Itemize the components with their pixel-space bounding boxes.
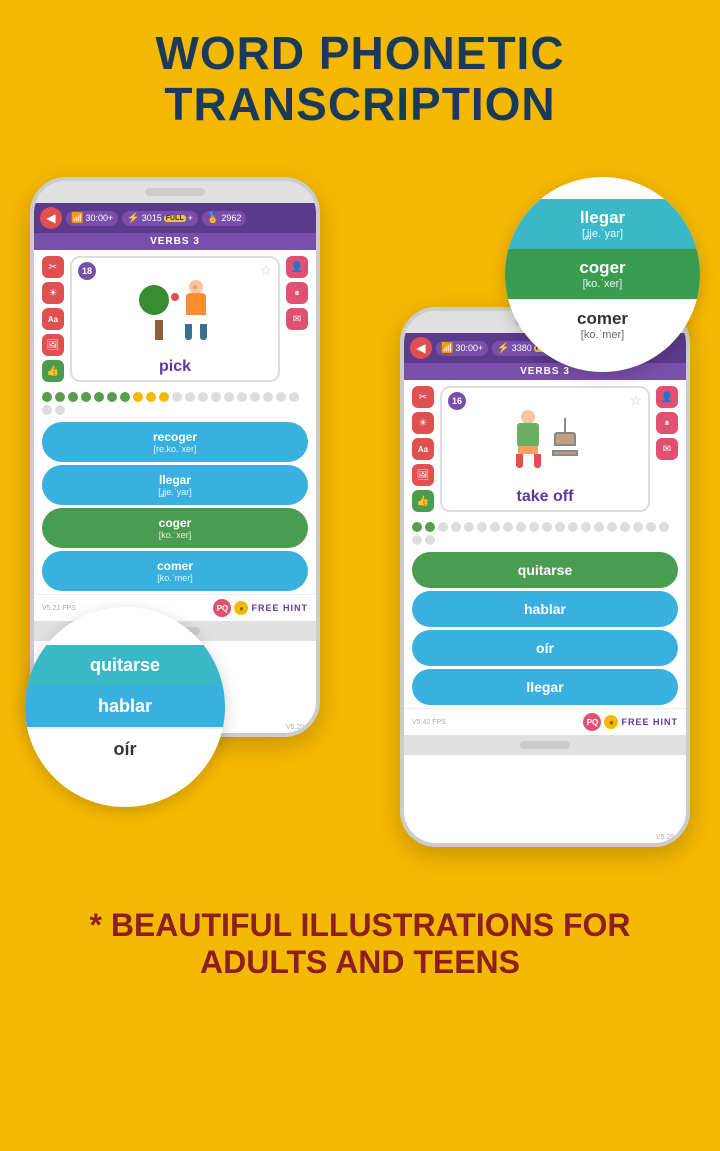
answer-btn-1-left[interactable]: recoger [re.ko.ˈxer] <box>42 422 308 462</box>
app-title-right: VERBS 3 <box>404 363 686 380</box>
answer-btn-3-left[interactable]: coger [ko.ˈxer] <box>42 508 308 548</box>
phone-left-appbar: ◀ 📶 30:00+ ⚡ 3015 FULL + 🏅 2962 <box>34 203 316 233</box>
bubble-right-item-3: comer [ko.ˈmer] <box>505 299 700 350</box>
stat-score-left: ⚡ 3015 FULL + <box>122 211 198 226</box>
answer-btn-4-left[interactable]: comer [ko.ˈmer] <box>42 551 308 591</box>
hint-badge-left: PQ <box>213 599 231 617</box>
bubble-right: llegar [ʝje.ˈyar] coger [ko.ˈxer] comer … <box>505 177 700 372</box>
profile-btn-right[interactable]: 👤 <box>656 386 678 408</box>
answer-btn-2-left[interactable]: llegar [ʝje.ˈyar] <box>42 465 308 505</box>
profile-btn[interactable]: 👤 <box>286 256 308 278</box>
card-area-right: ✂ ☀ Aa 🖼 👍 16 ☆ <box>404 380 686 518</box>
answer-btn-2-right[interactable]: hablar <box>412 591 678 627</box>
thumb-btn-right[interactable]: 👍 <box>412 490 434 512</box>
bubble-left-item-2: hablar <box>25 686 225 727</box>
stat-coins-left: 🏅 2962 <box>202 211 246 226</box>
thumb-btn[interactable]: 👍 <box>42 360 64 382</box>
card-left-buttons: ✂ ☀ Aa 🖼 👍 <box>42 256 64 382</box>
flashcard-left: 18 ☆ <box>70 256 280 382</box>
footer-line1: * BEAUTIFUL ILLUSTRATIONS FOR <box>20 907 700 944</box>
ver-text-left: V5.20.2 <box>286 724 310 731</box>
header-title: WORD PHONETIC TRANSCRIPTION <box>20 28 700 129</box>
stat-time-left: 📶 30:00+ <box>66 211 118 226</box>
pause-btn[interactable]: ⏸ <box>286 282 308 304</box>
footer-line2: ADULTS AND TEENS <box>20 944 700 981</box>
phone-left-notch <box>34 181 316 203</box>
mail-btn-right[interactable]: ✉ <box>656 438 678 460</box>
card-area-left: ✂ ☀ Aa 🖼 👍 18 ☆ <box>34 250 316 388</box>
hint-text-right[interactable]: FREE HINT <box>621 717 678 727</box>
home-btn-right[interactable] <box>520 741 570 749</box>
stat-time-right: 📶 30:00+ <box>436 341 488 356</box>
text-btn-right[interactable]: Aa <box>412 438 434 460</box>
card-illustration-right <box>511 410 580 468</box>
answer-btn-3-right[interactable]: oír <box>412 630 678 666</box>
fps-text-left: V5.21 FPS <box>42 605 76 612</box>
bubble-left: quitarse hablar oír <box>25 607 225 807</box>
answer-btn-4-right[interactable]: llegar <box>412 669 678 705</box>
card-star-left[interactable]: ☆ <box>259 262 272 279</box>
phone-right: ◀ 📶 30:00+ ⚡ 3380 FULL + 🏅 2702 VER <box>400 307 690 847</box>
card-word-left: pick <box>159 358 191 376</box>
back-button-left[interactable]: ◀ <box>40 207 62 229</box>
answer-btn-1-right[interactable]: quitarse <box>412 552 678 588</box>
card-left-buttons-right: ✂ ☀ Aa 🖼 👍 <box>412 386 434 512</box>
fps-text-right: V5.42 FPS <box>412 719 446 726</box>
cut-btn-right[interactable]: ✂ <box>412 386 434 408</box>
phones-container: llegar [ʝje.ˈyar] coger [ko.ˈxer] comer … <box>10 147 710 887</box>
pause-btn-right[interactable]: ⏸ <box>656 412 678 434</box>
hint-coin-left: ● <box>234 601 248 615</box>
image-btn-right[interactable]: 🖼 <box>412 464 434 486</box>
card-word-right: take off <box>517 488 574 506</box>
hint-bar-left: V5.21 FPS PQ ● FREE HINT V5.20.2 <box>34 594 316 621</box>
card-number-left: 18 <box>78 262 96 280</box>
hint-coin-right: ● <box>604 715 618 729</box>
card-number-right: 16 <box>448 392 466 410</box>
image-btn[interactable]: 🖼 <box>42 334 64 356</box>
app-title-left: VERBS 3 <box>34 233 316 250</box>
bubble-right-item-2: coger [ko.ˈxer] <box>505 249 700 299</box>
mail-btn[interactable]: ✉ <box>286 308 308 330</box>
card-star-right[interactable]: ☆ <box>629 392 642 409</box>
card-illustration-left <box>139 280 211 340</box>
phone-right-bottom <box>404 735 686 755</box>
dot-progress-left <box>34 388 316 419</box>
flashcard-right: 16 ☆ <box>440 386 650 512</box>
hanger-illustration <box>550 418 580 468</box>
hint-bar-right: V5.42 FPS PQ ● FREE HINT V5.29.2 <box>404 708 686 735</box>
bubble-left-item-1: quitarse <box>25 645 225 686</box>
back-button-right[interactable]: ◀ <box>410 337 432 359</box>
bubble-right-item-1: llegar [ʝje.ˈyar] <box>505 199 700 249</box>
card-right-buttons: 👤 ⏸ ✉ <box>286 256 308 382</box>
bubble-left-item-3: oír <box>25 727 225 770</box>
ver-text-right: V5.29.2 <box>656 834 680 841</box>
header: WORD PHONETIC TRANSCRIPTION <box>0 0 720 147</box>
text-btn[interactable]: Aa <box>42 308 64 330</box>
cut-btn[interactable]: ✂ <box>42 256 64 278</box>
hint-text-left[interactable]: FREE HINT <box>251 603 308 613</box>
phone-left-speaker <box>145 188 205 196</box>
hint-badge-right: PQ <box>583 713 601 731</box>
footer: * BEAUTIFUL ILLUSTRATIONS FOR ADULTS AND… <box>0 887 720 1005</box>
sun-btn[interactable]: ☀ <box>42 282 64 304</box>
sun-btn-right[interactable]: ☀ <box>412 412 434 434</box>
dot-progress-right <box>404 518 686 549</box>
card-right-buttons-right: 👤 ⏸ ✉ <box>656 386 678 512</box>
